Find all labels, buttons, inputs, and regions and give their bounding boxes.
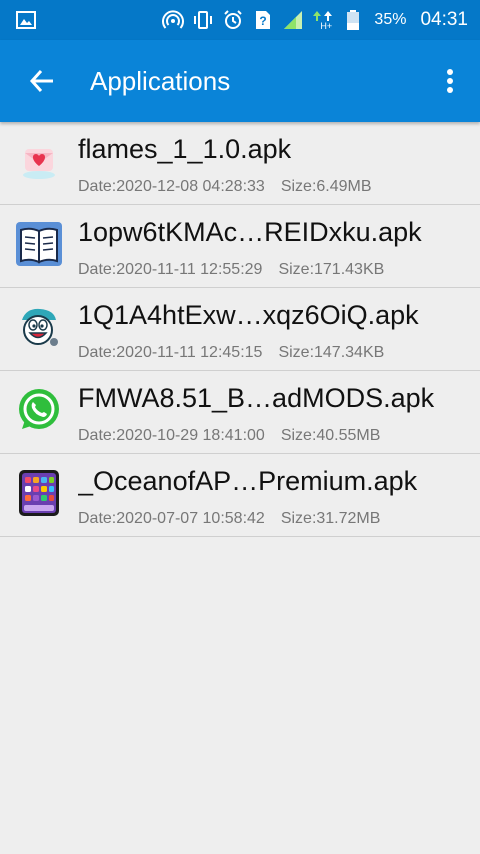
- heart-envelope-app-icon: [14, 136, 64, 186]
- battery-percent: 35%: [374, 11, 407, 28]
- whatsapp-app-icon: [14, 385, 64, 435]
- page-title: Applications: [90, 66, 231, 96]
- file-size: Size:6.49MB: [280, 178, 372, 195]
- overflow-menu-button[interactable]: [438, 61, 462, 101]
- file-meta: Date:2020-12-08 04:28:33 Size:6.49MB: [78, 178, 372, 196]
- svg-text:?: ?: [260, 14, 267, 28]
- file-name: flames_1_1.0.apk: [78, 134, 292, 164]
- gallery-notification-icon: [16, 10, 36, 30]
- file-row[interactable]: _OceanofAP…Premium.apk Date:2020-07-07 1…: [0, 454, 480, 537]
- file-meta: Date:2020-11-11 12:55:29 Size:171.43KB: [78, 261, 384, 279]
- file-size: Size:147.34KB: [278, 344, 385, 361]
- file-row[interactable]: FMWA8.51_B…adMODS.apk Date:2020-10-29 18…: [0, 371, 480, 454]
- no-sim-icon: ?: [252, 9, 274, 31]
- file-date: Date:2020-10-29 18:41:00: [78, 427, 265, 444]
- file-date: Date:2020-11-11 12:55:29: [78, 261, 263, 278]
- file-date: Date:2020-07-07 10:58:42: [78, 510, 265, 527]
- phone-launcher-app-icon: [14, 468, 64, 518]
- more-vert-icon: [447, 69, 453, 93]
- file-name: FMWA8.51_B…adMODS.apk: [78, 383, 435, 413]
- file-row[interactable]: 1Q1A4htExw…xqz6OiQ.apk Date:2020-11-11 1…: [0, 288, 480, 371]
- file-size: Size:171.43KB: [278, 261, 385, 278]
- back-button[interactable]: [22, 61, 62, 101]
- file-name: 1Q1A4htExw…xqz6OiQ.apk: [78, 300, 419, 330]
- arrow-back-icon: [29, 69, 53, 93]
- file-size: Size:31.72MB: [280, 510, 381, 527]
- file-meta: Date:2020-07-07 10:58:42 Size:31.72MB: [78, 510, 380, 528]
- vibrate-icon: [192, 9, 214, 31]
- data-transfer-icon: H+: [312, 9, 334, 31]
- clock: 04:31: [420, 9, 468, 30]
- file-meta: Date:2020-10-29 18:41:00 Size:40.55MB: [78, 427, 380, 445]
- file-meta: Date:2020-11-11 12:45:15 Size:147.34KB: [78, 344, 384, 362]
- file-row[interactable]: flames_1_1.0.apk Date:2020-12-08 04:28:3…: [0, 122, 480, 205]
- app-bar: Applications: [0, 40, 480, 122]
- file-size: Size:40.55MB: [280, 427, 381, 444]
- status-bar: ? H+ 35% 04:31: [0, 0, 480, 40]
- file-name: _OceanofAP…Premium.apk: [78, 466, 418, 496]
- file-date: Date:2020-12-08 04:28:33: [78, 178, 265, 195]
- file-row[interactable]: 1opw6tKMAc…REIDxku.apk Date:2020-11-11 1…: [0, 205, 480, 288]
- file-name: 1opw6tKMAc…REIDxku.apk: [78, 217, 422, 247]
- apk-file-list: flames_1_1.0.apk Date:2020-12-08 04:28:3…: [0, 122, 480, 537]
- battery-icon: [342, 9, 364, 31]
- alarm-icon: [222, 9, 244, 31]
- file-date: Date:2020-11-11 12:45:15: [78, 344, 263, 361]
- hotspot-icon: [162, 9, 185, 31]
- network-type-label: H+: [320, 21, 333, 31]
- signal-strength-icon: [282, 9, 304, 31]
- open-book-app-icon: [14, 219, 64, 269]
- cartoon-face-app-icon: [14, 302, 64, 352]
